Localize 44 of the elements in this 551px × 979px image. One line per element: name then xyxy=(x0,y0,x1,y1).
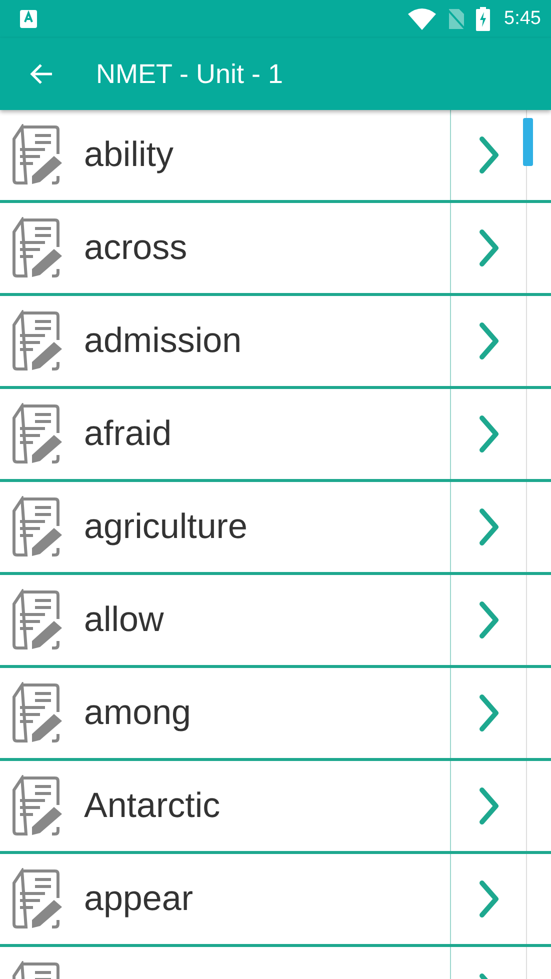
word-label: among xyxy=(84,693,192,733)
back-arrow-icon xyxy=(30,62,54,86)
word-label: appear xyxy=(84,879,193,919)
chevron-right-icon xyxy=(478,601,498,639)
status-time: 5:45 xyxy=(504,8,541,30)
chevron-right-icon xyxy=(478,694,498,732)
toolbar-title: NMET - Unit - 1 xyxy=(96,58,284,90)
no-sim-icon xyxy=(446,8,466,30)
note-edit-icon xyxy=(12,589,64,651)
wifi-icon xyxy=(408,8,436,30)
note-edit-icon xyxy=(12,775,64,837)
word-label: across xyxy=(84,228,188,268)
word-label: ability xyxy=(84,135,174,175)
word-label: allow xyxy=(84,600,164,640)
chevron-right-icon xyxy=(478,229,498,267)
note-edit-icon xyxy=(12,217,64,279)
note-edit-icon xyxy=(12,403,64,465)
chevron-right-icon xyxy=(478,880,498,918)
keyboard-app-icon xyxy=(20,10,37,28)
word-row[interactable]: among xyxy=(0,668,551,761)
chevron-right-icon xyxy=(478,787,498,825)
word-row[interactable]: Antarctic xyxy=(0,761,551,854)
chevron-right-icon xyxy=(478,136,498,174)
note-edit-icon xyxy=(12,682,64,744)
chevron-right-icon xyxy=(478,415,498,453)
word-label: Antarctic xyxy=(84,786,220,826)
word-label: admission xyxy=(84,321,242,361)
word-row[interactable]: afraid xyxy=(0,389,551,482)
word-label: afraid xyxy=(84,414,172,454)
word-row[interactable]: appear xyxy=(0,854,551,947)
note-edit-icon xyxy=(12,868,64,930)
scrollbar-thumb[interactable] xyxy=(523,118,533,166)
battery-charging-icon xyxy=(476,7,490,31)
chevron-right-icon xyxy=(478,508,498,546)
word-label: agriculture xyxy=(84,507,248,547)
word-row[interactable]: agriculture xyxy=(0,482,551,575)
note-edit-icon xyxy=(12,124,64,186)
chevron-right-icon xyxy=(478,322,498,360)
word-row[interactable]: allow xyxy=(0,575,551,668)
note-edit-icon xyxy=(12,496,64,558)
word-row[interactable]: ability xyxy=(0,110,551,203)
word-row[interactable]: across xyxy=(0,203,551,296)
note-edit-icon xyxy=(12,310,64,372)
word-row[interactable]: admission xyxy=(0,296,551,389)
